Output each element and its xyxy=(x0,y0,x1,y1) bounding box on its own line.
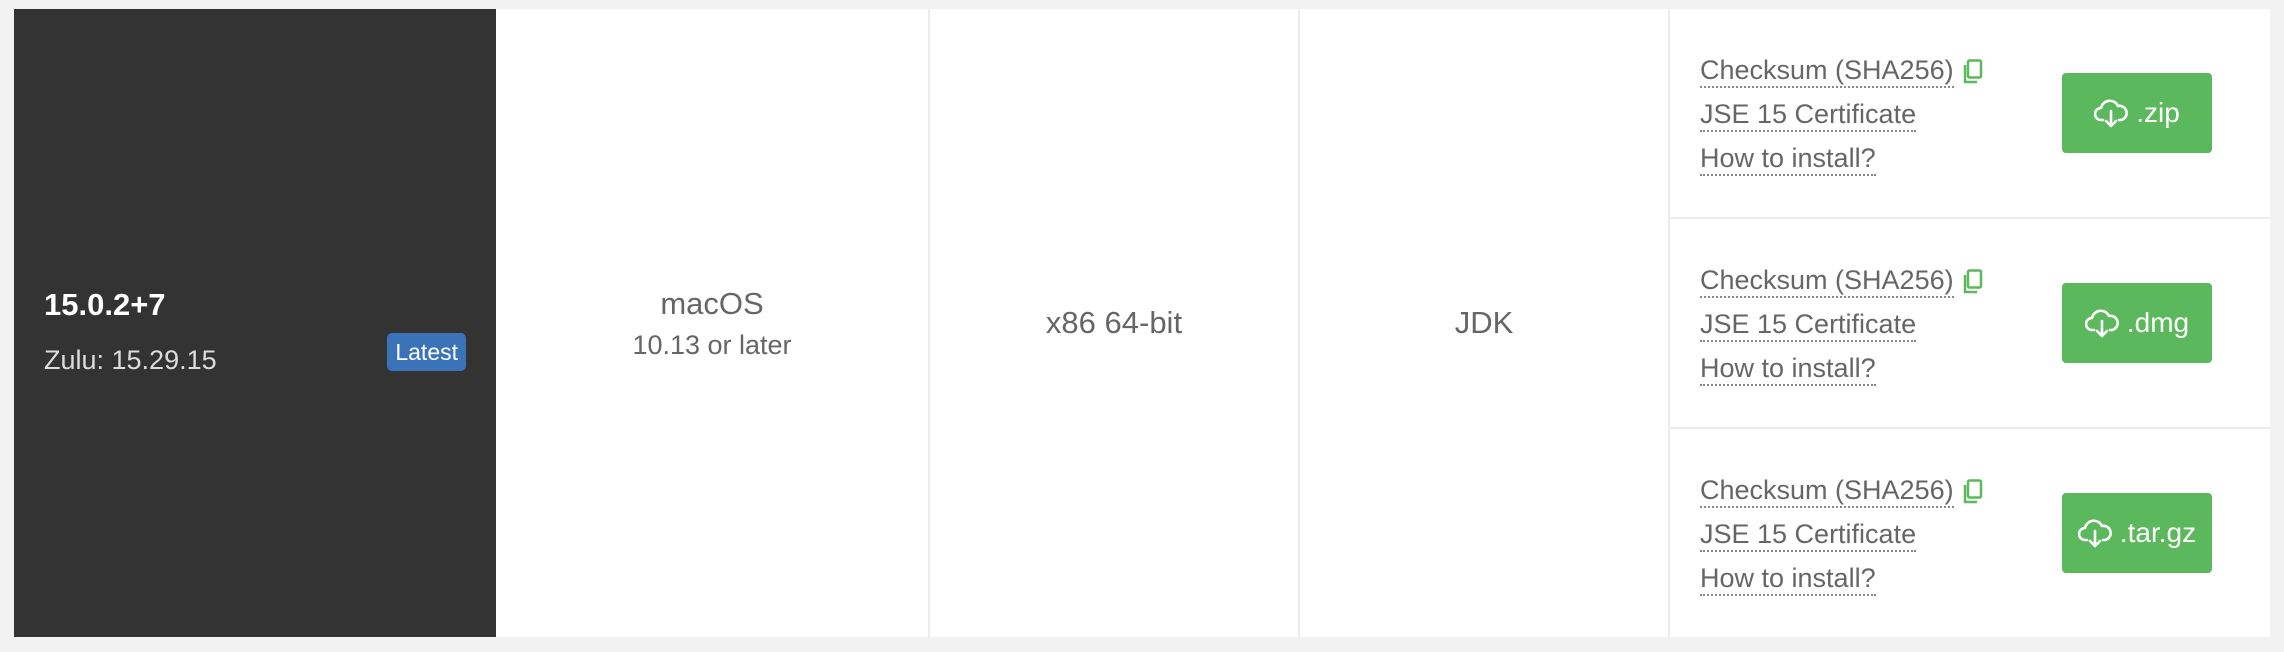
version-cell: 15.0.2+7 Zulu: 15.29.15 Latest xyxy=(14,9,496,637)
download-links: Checksum (SHA256) JSE 15 Certificate How… xyxy=(1700,475,1984,596)
download-links: Checksum (SHA256) JSE 15 Certificate How… xyxy=(1700,265,1984,386)
os-cell: macOS 10.13 or later xyxy=(496,9,930,637)
cloud-download-icon xyxy=(2077,519,2112,548)
checksum-wrap: Checksum (SHA256) xyxy=(1700,475,1984,508)
version-title: 15.0.2+7 xyxy=(44,287,166,322)
how-to-install-link[interactable]: How to install? xyxy=(1700,353,1876,386)
cloud-download-icon xyxy=(2084,309,2119,338)
download-button-label: .zip xyxy=(2136,97,2180,128)
download-zip-button[interactable]: .zip xyxy=(2062,73,2212,153)
downloads-cell: Checksum (SHA256) JSE 15 Certificate How… xyxy=(1670,9,2270,637)
checksum-wrap: Checksum (SHA256) xyxy=(1700,55,1984,88)
download-button-label: .tar.gz xyxy=(2119,517,2197,548)
architecture-cell: x86 64-bit xyxy=(930,9,1300,637)
download-tar-gz-button[interactable]: .tar.gz xyxy=(2062,493,2212,573)
copy-icon[interactable] xyxy=(1962,268,1984,295)
package-type-cell: JDK xyxy=(1300,9,1670,637)
os-name: macOS xyxy=(660,285,764,321)
download-button-label: .dmg xyxy=(2126,307,2190,338)
certificate-link[interactable]: JSE 15 Certificate xyxy=(1700,99,1917,132)
certificate-link[interactable]: JSE 15 Certificate xyxy=(1700,519,1917,552)
download-option-row: Checksum (SHA256) JSE 15 Certificate How… xyxy=(1670,429,2270,637)
download-dmg-button[interactable]: .dmg xyxy=(2062,283,2212,363)
cloud-download-icon xyxy=(2094,99,2129,128)
latest-badge: Latest xyxy=(387,333,466,371)
download-option-row: Checksum (SHA256) JSE 15 Certificate How… xyxy=(1670,9,2270,219)
certificate-link[interactable]: JSE 15 Certificate xyxy=(1700,309,1917,342)
copy-icon[interactable] xyxy=(1962,58,1984,85)
how-to-install-link[interactable]: How to install? xyxy=(1700,143,1876,176)
architecture-label: x86 64-bit xyxy=(1045,305,1183,340)
checksum-link[interactable]: Checksum (SHA256) xyxy=(1700,265,1954,298)
checksum-wrap: Checksum (SHA256) xyxy=(1700,265,1984,298)
download-row: 15.0.2+7 Zulu: 15.29.15 Latest macOS 10.… xyxy=(14,9,2270,637)
package-type-label: JDK xyxy=(1454,305,1514,340)
copy-icon[interactable] xyxy=(1962,478,1984,505)
download-option-row: Checksum (SHA256) JSE 15 Certificate How… xyxy=(1670,219,2270,429)
checksum-link[interactable]: Checksum (SHA256) xyxy=(1700,475,1954,508)
checksum-link[interactable]: Checksum (SHA256) xyxy=(1700,55,1954,88)
download-links: Checksum (SHA256) JSE 15 Certificate How… xyxy=(1700,55,1984,176)
how-to-install-link[interactable]: How to install? xyxy=(1700,563,1876,596)
os-requirement: 10.13 or later xyxy=(632,329,792,360)
zulu-version-label: Zulu: 15.29.15 xyxy=(44,345,217,375)
